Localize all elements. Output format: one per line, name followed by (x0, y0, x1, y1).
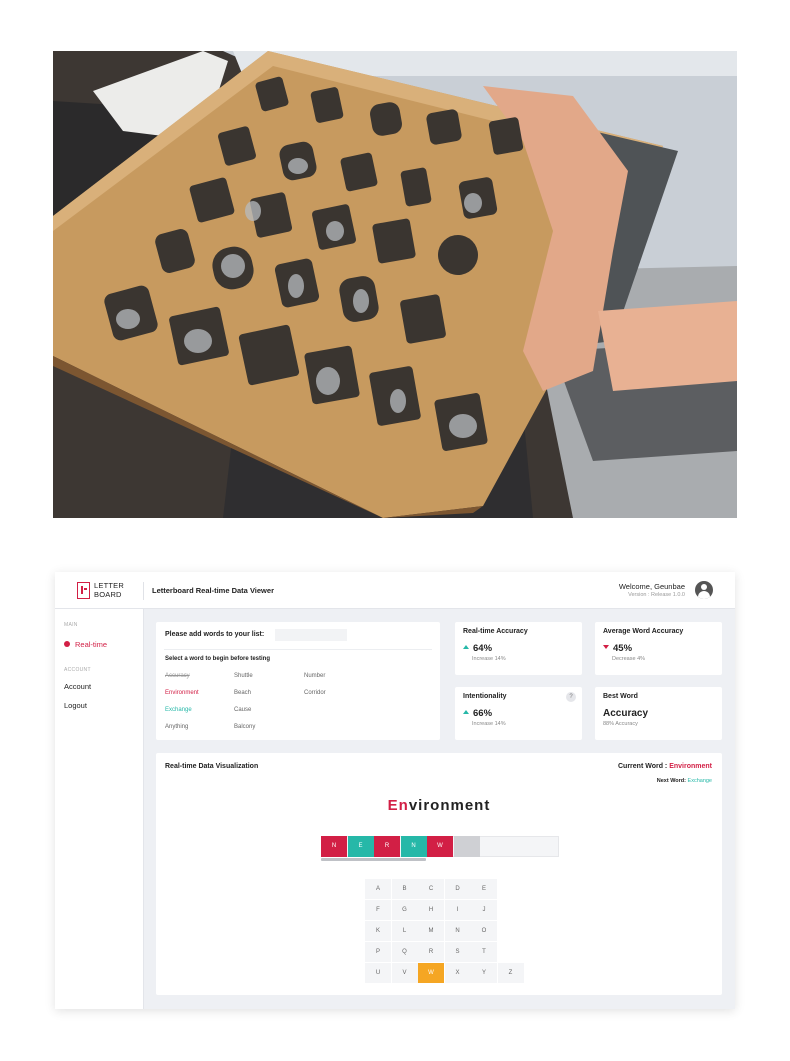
word-item[interactable]: Corridor (304, 690, 326, 696)
letter-key[interactable]: S (444, 942, 471, 962)
avg-word-accuracy-card: Average Word Accuracy 45% Decrease 4% (595, 622, 722, 675)
add-word-input[interactable] (275, 629, 347, 641)
letter-key[interactable]: L (391, 921, 418, 941)
sequence-cell: R (374, 836, 400, 857)
letter-key[interactable]: M (418, 921, 444, 941)
logo-line-2: BOARD (94, 590, 122, 599)
intentionality-card: Intentionality ? 66% Increase 14% (455, 687, 582, 740)
word-item[interactable]: Balcony (234, 724, 255, 730)
letter-key[interactable]: E (471, 879, 497, 899)
top-bar: LETTER BOARD Letterboard Real-time Data … (55, 572, 735, 609)
best-word-accuracy: 88% Accuracy (603, 721, 638, 727)
letter-key[interactable]: U (365, 963, 391, 983)
letterboard-photo (53, 51, 737, 518)
letter-key[interactable]: R (418, 942, 444, 962)
sidebar-item-account[interactable]: Account (64, 682, 91, 691)
next-word: Next Word: Exchange (656, 778, 712, 784)
select-word-hint: Select a word to begin before testing (165, 656, 271, 662)
user-avatar-icon[interactable] (695, 581, 713, 599)
word-item[interactable]: Shuttle (234, 673, 253, 679)
sidebar-item-label: Real-time (75, 640, 108, 649)
letter-key[interactable]: D (444, 879, 471, 899)
letter-key[interactable]: T (471, 942, 497, 962)
best-word-value: Accuracy (603, 708, 649, 719)
stat-value: 64% (463, 643, 492, 654)
sidebar-item-realtime[interactable]: Real-time (64, 640, 107, 649)
letter-key[interactable]: V (391, 963, 418, 983)
word-item[interactable]: Beach (234, 690, 251, 696)
visualization-card: Real-time Data Visualization Current Wor… (156, 753, 722, 995)
stat-change: Increase 14% (472, 656, 506, 662)
best-word-card: Best Word Accuracy 88% Accuracy (595, 687, 722, 740)
sidebar-section-account: ACCOUNT (64, 667, 91, 673)
letter-key[interactable]: Q (391, 942, 418, 962)
current-word-display: Environment (387, 797, 491, 814)
welcome-text: Welcome, Geunbae (618, 582, 685, 591)
realtime-icon (64, 641, 70, 647)
letter-key[interactable]: Z (497, 963, 524, 983)
stat-value: 45% (603, 643, 632, 654)
word-item[interactable]: Environment (165, 690, 199, 696)
letter-key[interactable]: P (365, 942, 391, 962)
card-title: Intentionality (463, 693, 507, 700)
card-title: Real-time Accuracy (463, 628, 528, 635)
word-item[interactable]: Number (304, 673, 325, 679)
sequence-cell: N (321, 836, 347, 857)
letter-key[interactable]: B (391, 879, 418, 899)
stat-change: Increase 14% (472, 721, 506, 727)
sidebar: MAIN Real-time ACCOUNT Account Logout (55, 609, 144, 1009)
card-title: Best Word (603, 693, 638, 700)
divider (164, 649, 432, 650)
card-title: Average Word Accuracy (603, 628, 684, 635)
sequence-cell: E (347, 836, 374, 857)
sequence-cell: W (427, 836, 453, 857)
word-item[interactable]: Cause (234, 707, 251, 713)
visualization-title: Real-time Data Visualization (165, 763, 259, 770)
letter-key[interactable]: I (444, 900, 471, 920)
letter-key[interactable]: O (471, 921, 497, 941)
word-item[interactable]: Accuracy (165, 673, 190, 679)
letter-key[interactable]: X (444, 963, 471, 983)
trend-up-icon (463, 710, 469, 714)
topbar-divider (143, 582, 144, 600)
stat-change: Decrease 4% (612, 656, 646, 662)
add-words-label: Please add words to your list: (165, 631, 265, 638)
sidebar-item-logout[interactable]: Logout (64, 701, 87, 710)
letter-key[interactable]: J (471, 900, 497, 920)
letter-key[interactable]: K (365, 921, 391, 941)
trend-down-icon (603, 645, 609, 649)
word-item[interactable]: Exchange (165, 707, 192, 713)
word-item[interactable]: Anything (165, 724, 188, 730)
realtime-accuracy-card: Real-time Accuracy 64% Increase 14% (455, 622, 582, 675)
sequence-progress-bar (321, 858, 426, 861)
logo-icon (77, 582, 90, 599)
letter-key[interactable]: N (444, 921, 471, 941)
app-title: Letterboard Real-time Data Viewer (152, 586, 274, 595)
trend-up-icon (463, 645, 469, 649)
current-word: Current Word : Environment (618, 763, 712, 770)
letter-key[interactable]: G (391, 900, 418, 920)
letter-key[interactable]: A (365, 879, 391, 899)
letter-key[interactable]: Y (471, 963, 497, 983)
letter-key[interactable]: F (365, 900, 391, 920)
help-icon[interactable]: ? (566, 692, 576, 702)
letter-key[interactable]: C (418, 879, 444, 899)
version-text: Version : Release 1.0.0 (628, 592, 685, 598)
letter-key[interactable]: H (418, 900, 444, 920)
logo-line-1: LETTER (94, 581, 124, 590)
stat-value: 66% (463, 708, 492, 719)
sequence-cell: N (400, 836, 427, 857)
app-logo[interactable]: LETTER BOARD (77, 580, 129, 602)
word-list-card: Please add words to your list: Select a … (156, 622, 440, 740)
letter-key[interactable]: W (418, 963, 444, 983)
app-window: LETTER BOARD Letterboard Real-time Data … (55, 572, 735, 1009)
sequence-cell (453, 836, 480, 857)
sidebar-section-main: MAIN (64, 622, 78, 628)
